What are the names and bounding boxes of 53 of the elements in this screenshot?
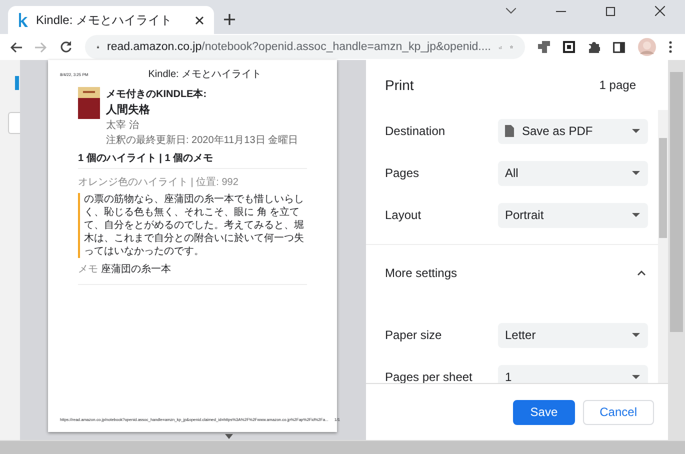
document-icon <box>505 125 514 137</box>
book-title: 人間失格 <box>106 102 151 117</box>
caret-icon <box>632 129 640 133</box>
annotation-counts: 1 個のハイライト | 1 個のメモ <box>78 151 307 169</box>
maximize-icon[interactable] <box>606 6 615 16</box>
logo-icon <box>15 76 19 90</box>
caret-icon <box>632 333 640 337</box>
page-count: 1 page <box>599 78 636 92</box>
book-cover-icon <box>78 87 100 119</box>
memo-text: 座蒲団の糸一本 <box>101 262 171 276</box>
menu-icon[interactable] <box>669 41 672 53</box>
dialog-title: Print <box>385 77 414 93</box>
setting-label: Destination <box>385 124 446 138</box>
setting-label: Paper size <box>385 328 443 342</box>
caret-icon <box>632 375 640 379</box>
highlight-meta: オレンジ色のハイライト | 位置: 992 <box>78 176 240 189</box>
page-scrollbar[interactable] <box>668 60 685 440</box>
tab-title: Kindle: メモとハイライト <box>36 12 174 28</box>
minimize-icon[interactable] <box>556 10 566 12</box>
address-bar[interactable]: read.amazon.co.jp/notebook?openid.assoc_handle=amzn_kp_jp&openid.... <box>85 35 525 59</box>
setting-label: Layout <box>385 208 422 222</box>
setting-label: Pages <box>385 166 420 180</box>
browser-tab[interactable]: Kindle: メモとハイライト <box>8 6 214 34</box>
close-icon[interactable] <box>655 6 665 16</box>
qr-code-icon[interactable] <box>563 41 575 53</box>
cancel-button[interactable]: Cancel <box>582 400 654 424</box>
dropdown[interactable]: Letter <box>498 322 648 348</box>
horizontal-scrollbar[interactable] <box>0 440 685 454</box>
more-settings-toggle[interactable]: More settings <box>366 245 658 300</box>
kindle-logo-icon <box>18 13 28 27</box>
new-tab-icon[interactable] <box>224 14 235 25</box>
extension-icon[interactable] <box>538 41 550 53</box>
highlight-text: の票の筋物なら、座蒲団の糸一本でも惜しいらしく、恥じる色も無く、それこそ、眼に 角 を立てて、自分をとがめるのでした。考えてみると、堀木は、これまで自分との附合いに於いて何一つ失ってはいなかったのです。 <box>84 193 305 258</box>
print-header-title: Kindle: メモとハイライト <box>148 68 262 81</box>
dropdown[interactable]: Save as PDF <box>498 118 648 144</box>
dropdown[interactable]: Portrait <box>498 202 648 228</box>
memo-label: メモ <box>78 263 98 276</box>
dropdown[interactable]: 1 <box>498 364 648 383</box>
dropdown[interactable]: All <box>498 160 648 186</box>
caret-icon <box>632 213 640 217</box>
reload-icon[interactable] <box>60 41 72 53</box>
chevron-down-icon[interactable] <box>506 8 516 14</box>
puzzle-icon[interactable] <box>588 41 600 53</box>
book-label: メモ付きのKINDLE本: <box>106 88 208 101</box>
caret-icon <box>632 171 640 175</box>
scrollbar[interactable] <box>658 110 668 383</box>
back-icon[interactable] <box>10 42 22 52</box>
save-button[interactable]: Save <box>513 400 575 424</box>
close-icon[interactable] <box>195 16 204 24</box>
book-author: 太宰 治 <box>106 118 140 132</box>
side-panel-icon[interactable] <box>613 42 625 52</box>
update-date: 注釈の最終更新日: 2020年11月13日 金曜日 <box>106 134 298 147</box>
url-text: read.amazon.co.jp/notebook?openid.assoc_handle=amzn_kp_jp&openid.... <box>107 41 491 53</box>
